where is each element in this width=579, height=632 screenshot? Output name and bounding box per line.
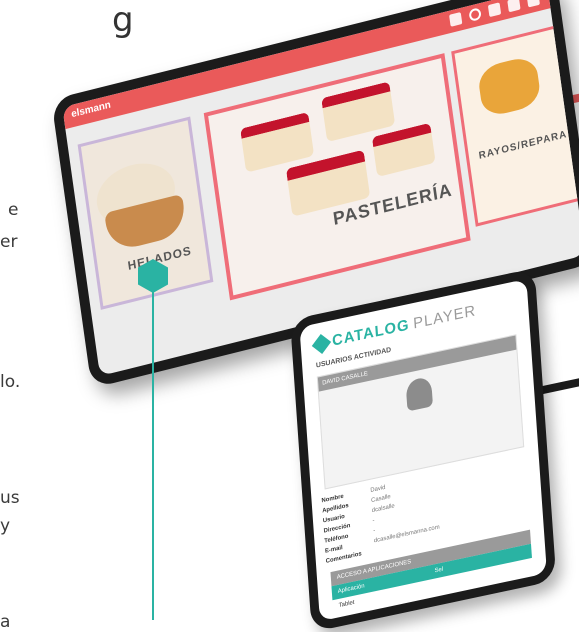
body-text-fragment-1: e — [8, 200, 19, 220]
pointer-line — [152, 290, 154, 620]
admin-tablet: CATALOG PLAYER USUARIOS ACTIVIDAD DAVID … — [290, 268, 557, 632]
logo-suffix: PLAYER — [412, 302, 477, 333]
search-icon[interactable] — [468, 7, 482, 23]
hexagon-marker-icon — [138, 259, 168, 293]
field-value-apellidos: Casalle — [370, 493, 391, 505]
field-label-nombre: Nombre — [321, 493, 344, 505]
field-label-usuario: Usuario — [322, 513, 346, 525]
category-card-pasteleria[interactable]: PASTELERÍA — [203, 53, 471, 301]
category-card-third[interactable]: RAYOS/REPARA — [451, 20, 579, 227]
flag-icon[interactable] — [526, 0, 540, 8]
body-text-fragment-5: y — [0, 516, 11, 536]
logo-prefix: CATALOG — [331, 316, 410, 350]
access-row-tablet: Tablet — [338, 599, 355, 610]
category-label-third: RAYOS/REPARA — [478, 128, 568, 162]
body-text-fragment-6: a — [0, 612, 11, 632]
body-text-fragment-2: er — [0, 232, 18, 252]
access-col-app: Aplicación — [337, 583, 365, 596]
avatar — [405, 375, 434, 412]
field-value-direccion: - — [372, 517, 375, 525]
field-label-telefono: Teléfono — [324, 533, 349, 545]
brand-logo: elsmann — [70, 99, 112, 121]
cart-icon[interactable] — [487, 2, 502, 18]
field-value-email: dcasalle@elsmanna.com — [373, 524, 440, 545]
access-col-sel: Sel — [434, 566, 444, 575]
card-icon[interactable] — [507, 0, 521, 13]
grid-icon[interactable] — [449, 11, 463, 27]
body-text-fragment-3: lo. — [0, 372, 21, 392]
field-value-usuario: dcalsalle — [371, 503, 395, 515]
hexagon-icon — [311, 333, 332, 354]
field-value-telefono: - — [373, 527, 376, 535]
field-label-apellidos: Apellidos — [322, 502, 349, 515]
field-value-nombre: David — [370, 484, 386, 495]
catalogplayer-logo: CATALOG PLAYER — [311, 302, 477, 354]
body-text-fragment-4: us — [0, 488, 20, 508]
field-label-email: E-mail — [324, 545, 343, 555]
